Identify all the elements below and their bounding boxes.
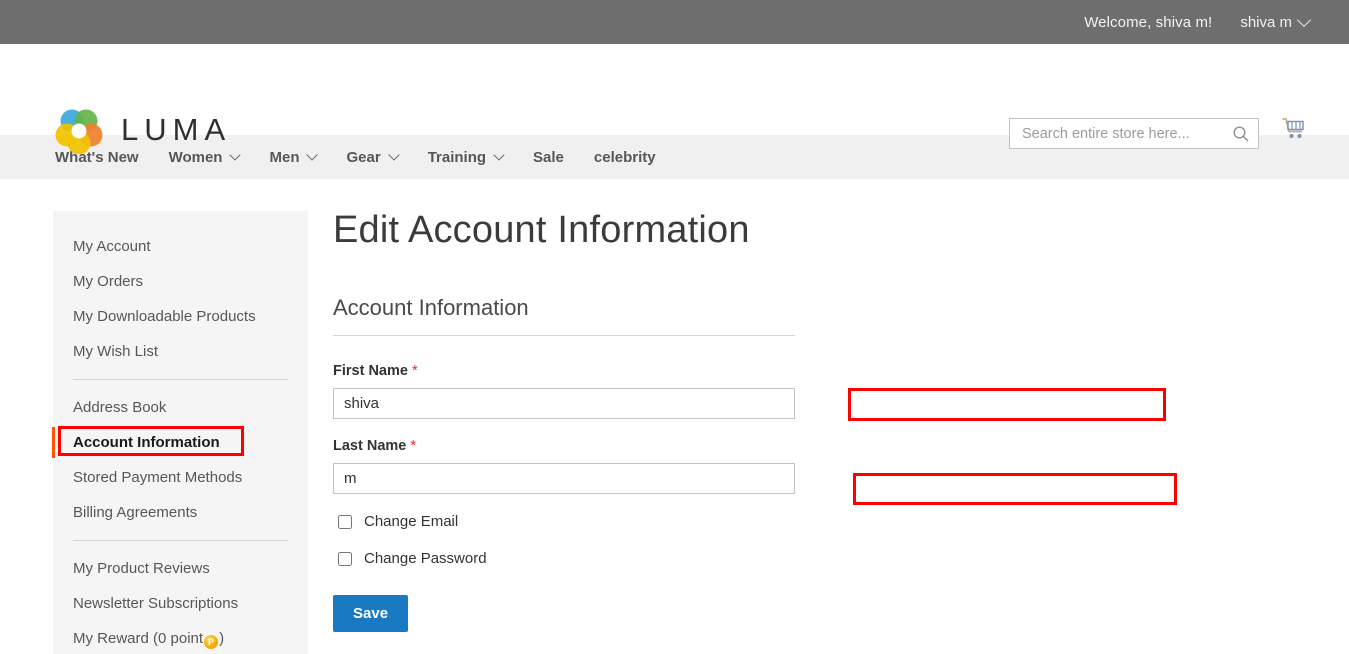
- search-icon[interactable]: [1232, 125, 1250, 143]
- sidebar-item-label: Account Information: [73, 434, 220, 451]
- welcome-message: Welcome, shiva m!: [1084, 13, 1213, 31]
- page-content: My Account My Orders My Downloadable Pro…: [0, 179, 1349, 654]
- sidebar-item-label: My Reward (0 point: [73, 630, 204, 647]
- change-email-label: Change Email: [364, 513, 459, 530]
- nav-item-men[interactable]: Men: [269, 148, 319, 166]
- change-password-checkbox[interactable]: [338, 551, 352, 566]
- page-title: Edit Account Information: [333, 209, 750, 251]
- nav-label: celebrity: [593, 148, 656, 166]
- sidebar-item-my-downloadable-products[interactable]: My Downloadable Products: [53, 299, 308, 334]
- search-box[interactable]: [1009, 118, 1259, 149]
- nav-item-sale[interactable]: Sale: [533, 149, 564, 166]
- nav-label: Sale: [533, 148, 564, 166]
- last-name-input[interactable]: [333, 463, 795, 494]
- save-button[interactable]: Save: [333, 595, 409, 632]
- fieldset-legend: Account Information: [333, 295, 795, 336]
- shopping-cart-icon: [1281, 118, 1307, 146]
- nav-item-gear[interactable]: Gear: [346, 148, 400, 166]
- account-switcher-label: shiva m: [1240, 13, 1292, 31]
- luma-flower-logo-icon: [55, 106, 103, 154]
- sidebar-item-label: My Wish List: [73, 343, 159, 360]
- sidebar-item-my-orders[interactable]: My Orders: [53, 264, 308, 299]
- chevron-down-icon: [229, 149, 242, 161]
- sidebar-item-label: My Account: [73, 238, 151, 255]
- main-column: Edit Account Information Account Informa…: [333, 211, 1349, 654]
- sidebar-item-label: My Product Reviews: [73, 560, 210, 577]
- first-name-input[interactable]: [333, 388, 795, 419]
- sidebar-item-account-information[interactable]: Account Information: [52, 425, 308, 460]
- sidebar-item-my-product-reviews[interactable]: My Product Reviews: [53, 551, 308, 586]
- sidebar-item-billing-agreements[interactable]: Billing Agreements: [53, 495, 308, 530]
- nav-item-training[interactable]: Training: [427, 148, 505, 166]
- required-marker: *: [410, 438, 417, 454]
- page-root: Welcome, shiva m! shiva m LUMA Search en…: [0, 0, 1349, 654]
- sidebar-item-label: Newsletter Subscriptions: [73, 595, 239, 612]
- nav-item-celebrity[interactable]: celebrity: [594, 149, 656, 166]
- change-email-row[interactable]: Change Email: [333, 513, 1309, 530]
- first-name-label-text: First Name: [333, 363, 408, 379]
- sidebar-item-my-wish-list[interactable]: My Wish List: [53, 334, 308, 369]
- chevron-down-icon: [306, 149, 319, 161]
- sidebar-item-label: My Orders: [73, 273, 144, 290]
- sidebar-item-stored-payment-methods[interactable]: Stored Payment Methods: [53, 460, 308, 495]
- top-panel: Welcome, shiva m! shiva m: [0, 0, 1349, 44]
- chevron-down-icon: [1296, 12, 1312, 28]
- last-name-label: Last Name *: [333, 438, 795, 454]
- logo-text: LUMA: [121, 112, 232, 147]
- change-password-row[interactable]: Change Password: [333, 550, 1309, 567]
- logo[interactable]: LUMA: [55, 106, 231, 154]
- sidebar-item-my-account[interactable]: My Account: [53, 229, 308, 264]
- sidebar-divider: [73, 540, 288, 541]
- nav-label: Men: [269, 148, 300, 166]
- required-marker: *: [411, 363, 418, 379]
- sidebar-divider: [73, 379, 288, 380]
- minicart[interactable]: [1281, 116, 1307, 147]
- field-last-name: Last Name *: [333, 438, 795, 494]
- sidebar-item-label: Billing Agreements: [73, 504, 198, 521]
- sidebar-item-label: My Downloadable Products: [73, 308, 256, 325]
- first-name-label: First Name *: [333, 363, 795, 379]
- search-area: [1009, 118, 1259, 149]
- nav-label: Training: [427, 148, 487, 166]
- account-sidebar: My Account My Orders My Downloadable Pro…: [52, 211, 308, 654]
- sidebar-item-label-suffix: ): [219, 630, 225, 647]
- sidebar-item-my-reward[interactable]: My Reward (0 point P): [53, 621, 308, 654]
- chevron-down-icon: [388, 149, 400, 161]
- field-first-name: First Name *: [333, 363, 795, 419]
- site-header: LUMA: [0, 44, 1349, 154]
- change-email-checkbox[interactable]: [338, 514, 352, 529]
- sidebar-item-label: Address Book: [73, 399, 167, 416]
- account-switcher[interactable]: shiva m: [1240, 12, 1312, 31]
- sidebar-item-address-book[interactable]: Address Book: [53, 390, 308, 425]
- nav-label: Gear: [346, 148, 381, 166]
- reward-points-icon: P: [204, 635, 219, 649]
- last-name-label-text: Last Name: [333, 438, 407, 454]
- sidebar-item-label: Stored Payment Methods: [73, 469, 243, 486]
- search-input[interactable]: [1020, 124, 1232, 143]
- chevron-down-icon: [493, 149, 505, 161]
- sidebar-item-newsletter-subscriptions[interactable]: Newsletter Subscriptions: [53, 586, 308, 621]
- change-password-label: Change Password: [364, 550, 487, 567]
